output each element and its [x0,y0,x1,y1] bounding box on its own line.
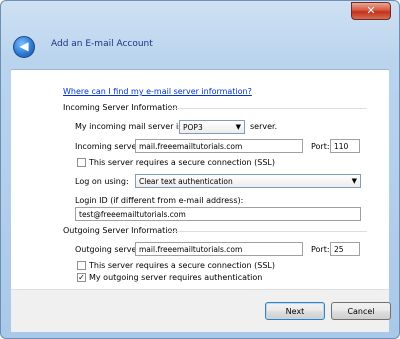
incoming-section-title: Incoming Server Information [63,103,178,112]
incoming-ssl-label: This server requires a secure connection… [89,158,275,167]
server-suffix-label: server. [250,122,278,131]
logon-method-value: Clear text authentication [139,177,233,186]
logon-using-label: Log on using: [75,177,129,186]
outgoing-auth-checkbox[interactable]: ✓ [77,273,86,282]
outgoing-divider [167,231,367,232]
incoming-port-input[interactable]: 110 [330,139,360,153]
dialog-footer: Next Cancel [11,289,391,332]
cancel-button[interactable]: Cancel [331,302,391,320]
outgoing-port-input[interactable]: 25 [330,242,360,256]
logon-method-select[interactable]: Clear text authentication ▼ [135,174,361,188]
outgoing-section-title: Outgoing Server Information [63,226,178,235]
close-icon: ✕ [366,4,376,17]
incoming-server-label: Incoming server: [75,142,143,151]
incoming-ssl-checkbox[interactable] [77,158,86,167]
checkmark-icon: ✓ [78,273,85,282]
outgoing-ssl-label: This server requires a secure connection… [89,261,275,270]
dialog-content: Where can I find my e-mail server inform… [11,69,389,290]
back-button[interactable]: ◀ [13,36,35,58]
server-type-select[interactable]: POP3 ▼ [179,120,245,134]
dialog-title: Add an E-mail Account [51,39,153,49]
dialog-window: ✕ ◀ Add an E-mail Account Where can I fi… [0,0,400,339]
server-type-value: POP3 [183,123,203,132]
outgoing-auth-label: My outgoing server requires authenticati… [89,273,263,282]
close-button[interactable]: ✕ [351,2,391,20]
next-button[interactable]: Next [265,302,325,320]
back-arrow-icon: ◀ [19,39,29,53]
login-id-label: Login ID (if different from e-mail addre… [75,196,244,205]
login-id-input[interactable]: test@freeemailtutorials.com [75,207,361,221]
mail-server-type-label: My incoming mail server is a [75,122,190,131]
incoming-port-label: Port: [311,142,330,151]
help-link[interactable]: Where can I find my e-mail server inform… [63,87,252,96]
incoming-divider [167,108,367,109]
dropdown-arrow-icon: ▼ [235,123,241,131]
incoming-server-input[interactable]: mail.freeemailtutorials.com [135,139,303,153]
outgoing-server-label: Outgoing server: [75,245,143,254]
outgoing-ssl-checkbox[interactable] [77,261,86,270]
outgoing-server-input[interactable]: mail.freeemailtutorials.com [135,242,303,256]
dropdown-arrow-icon: ▼ [351,177,357,185]
outgoing-port-label: Port: [311,245,330,254]
